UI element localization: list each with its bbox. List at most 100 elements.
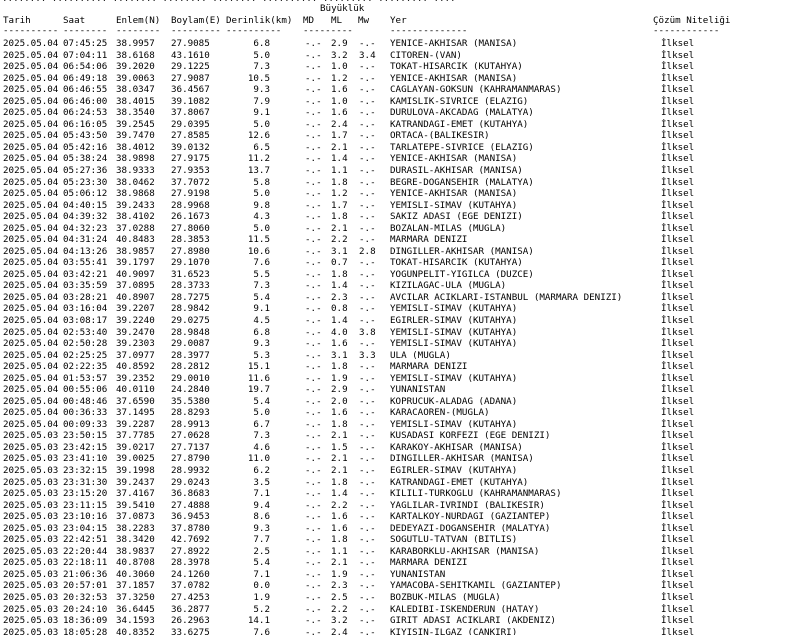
table-row: 2025.05.03 23:10:16 37.0873 36.9453 8.6 -.- 1.… [0, 511, 800, 523]
row-mw: -.- [359, 95, 376, 107]
row-ml: 1.1 [331, 164, 348, 176]
row-md: -.- [305, 395, 322, 407]
row-mw: -.- [359, 268, 376, 280]
row-location: CAGLAYAN-GOKSUN (KAHRAMANMARAS) [390, 84, 562, 96]
row-ml: 2.1 [331, 453, 348, 465]
row-date: 2025.05.03 [3, 511, 59, 523]
row-ml: 2.1 [331, 430, 348, 442]
row-mw: -.- [359, 488, 376, 500]
row-quality: İlksel [661, 280, 695, 292]
row-md: -.- [305, 72, 322, 84]
row-time: 18:05:28 [63, 626, 108, 635]
row-depth: 13.7 [247, 164, 270, 176]
row-location: KIYISIN-ILGAZ (CANKIRI) [390, 626, 518, 635]
row-ml: 1.6 [331, 84, 348, 96]
table-row: 2025.05.04 06:49:18 39.0063 27.9087 10.5 -.- 1… [0, 73, 800, 85]
row-ml: 2.2 [331, 499, 348, 511]
row-location: MARMARA DENIZI [390, 557, 468, 569]
row-mw: -.- [359, 222, 376, 234]
row-date: 2025.05.03 [3, 591, 59, 603]
row-location: TARLATEPE-SIVRICE (ELAZIG) [390, 141, 534, 153]
row-quality: İlksel [661, 476, 695, 488]
row-date: 2025.05.04 [3, 384, 59, 396]
row-lon: 26.1673 [171, 211, 210, 223]
row-ml: 0.8 [331, 303, 348, 315]
row-depth: 6.8 [253, 38, 270, 49]
row-location: YENICE-AKHISAR (MANISA) [390, 72, 518, 84]
row-md: -.- [305, 234, 322, 246]
row-md: -.- [305, 580, 322, 592]
row-location: YOGUNPELIT-YIGILCA (DUZCE) [390, 268, 534, 280]
row-lon: 26.2963 [171, 615, 210, 626]
row-ml: 2.0 [331, 395, 348, 407]
sep-yer: -------------- [390, 25, 468, 36]
row-lat: 34.1593 [116, 615, 155, 626]
row-quality: İlksel [661, 545, 695, 557]
row-depth: 12.6 [247, 130, 270, 142]
row-date: 2025.05.03 [3, 441, 59, 453]
row-depth: 7.3 [253, 430, 270, 442]
row-lat: 37.0288 [116, 222, 155, 234]
row-location: TOKAT-HISARCIK (KUTAHYA) [390, 257, 523, 269]
row-lat: 40.3060 [116, 568, 155, 580]
row-ml: 1.4 [331, 280, 348, 292]
row-lat: 37.1857 [116, 580, 155, 592]
row-depth: 7.1 [253, 568, 270, 580]
table-row: 2025.05.04 04:31:24 40.8483 28.3853 11.5 -.- 2… [0, 234, 800, 246]
table-row: 2025.05.03 18:36:09 34.1593 26.2963 14.1 -.- 3… [0, 615, 800, 627]
row-depth: 5.4 [253, 557, 270, 569]
row-date: 2025.05.04 [3, 326, 59, 338]
row-depth: 5.4 [253, 395, 270, 407]
table-row: 2025.05.04 04:13:26 38.9857 27.8980 10.6 -.- 3… [0, 246, 800, 258]
row-location: YENICE-AKHISAR (MANISA) [390, 153, 518, 165]
row-md: -.- [305, 511, 322, 523]
row-date: 2025.05.03 [3, 580, 59, 592]
row-ml: 2.2 [331, 603, 348, 615]
row-ml: 2.9 [331, 384, 348, 396]
table-row: 2025.05.04 05:06:12 38.9868 27.9198 5.0 -.- 1.… [0, 188, 800, 200]
row-mw: -.- [359, 557, 376, 569]
row-md: -.- [305, 257, 322, 269]
row-quality: İlksel [661, 603, 695, 615]
row-location: KILILI-TURKOGLU (KAHRAMANMARAS) [390, 488, 562, 500]
row-lat: 38.4015 [116, 95, 155, 107]
row-location: DURULOVA-AKCADAG (MALATYA) [390, 107, 534, 119]
row-depth: 6.7 [253, 418, 270, 430]
row-mw: -.- [359, 291, 376, 303]
row-location: BOZALAN-MILAS (MUGLA) [390, 222, 507, 234]
row-lat: 39.2303 [116, 338, 155, 349]
row-location: YEMISLI-SIMAV (KUTAHYA) [390, 338, 518, 349]
row-ml: 1.8 [331, 534, 348, 546]
row-depth: 4.3 [253, 211, 270, 223]
row-depth: 5.2 [253, 603, 270, 615]
row-md: -.- [305, 465, 322, 476]
row-location: KAMISLIK-SIVRICE (ELAZIG) [390, 95, 529, 107]
row-depth: 6.2 [253, 465, 270, 476]
sep-tarih: ---------- [3, 25, 59, 36]
row-location: BOZBUK-MILAS (MUGLA) [390, 591, 501, 603]
row-date: 2025.05.03 [3, 545, 59, 557]
row-quality: İlksel [661, 84, 695, 96]
row-lat: 38.9957 [116, 38, 155, 49]
row-mw: -.- [359, 476, 376, 488]
row-time: 22:20:44 [63, 545, 108, 557]
row-ml: 2.4 [331, 118, 348, 130]
row-ml: 1.6 [331, 407, 348, 419]
row-date: 2025.05.04 [3, 234, 59, 246]
row-md: -.- [305, 315, 322, 326]
row-lat: 39.0217 [116, 441, 155, 453]
row-quality: İlksel [661, 107, 695, 119]
row-md: -.- [305, 153, 322, 165]
row-date: 2025.05.04 [3, 95, 59, 107]
row-lat: 37.3250 [116, 591, 155, 603]
row-mw: -.- [359, 407, 376, 419]
row-lon: 36.2877 [171, 603, 210, 615]
row-quality: İlksel [661, 430, 695, 442]
sep-boylam: --------- [171, 25, 221, 36]
row-quality: İlksel [661, 141, 695, 153]
row-ml: 1.6 [331, 338, 348, 349]
row-date: 2025.05.04 [3, 153, 59, 165]
row-lat: 39.1998 [116, 465, 155, 476]
row-date: 2025.05.03 [3, 465, 59, 476]
row-md: -.- [305, 384, 322, 396]
